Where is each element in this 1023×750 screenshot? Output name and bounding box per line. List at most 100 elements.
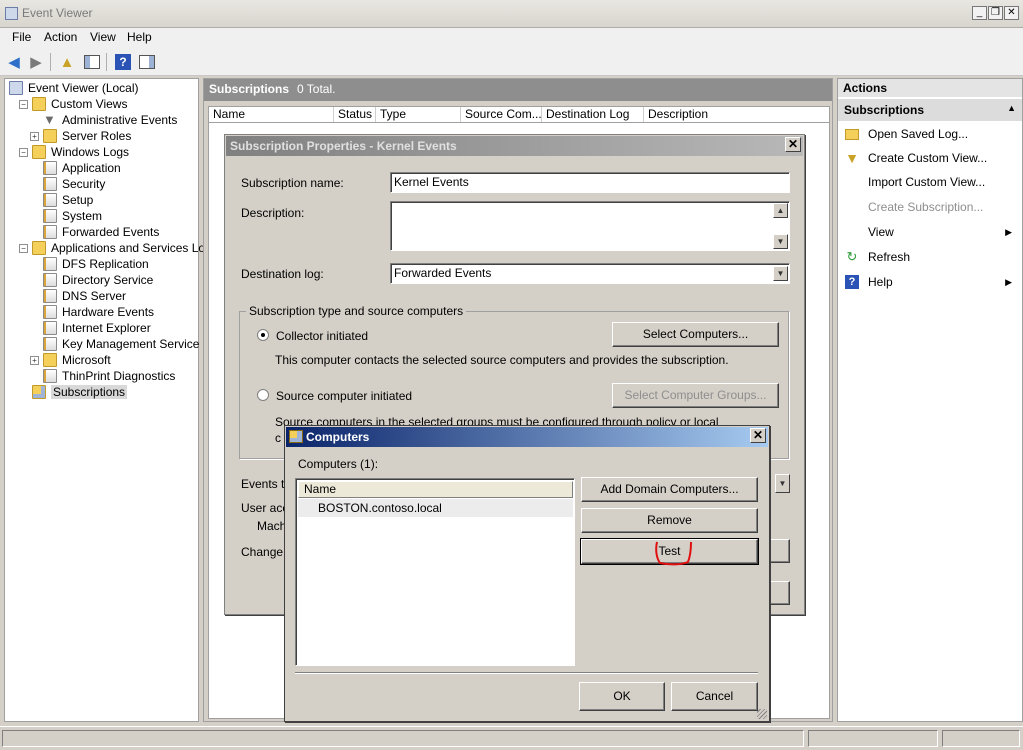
- computers-dialog-close-button[interactable]: ✕: [750, 428, 766, 443]
- column-status[interactable]: Status: [334, 107, 376, 122]
- pane-count: 0 Total.: [297, 82, 336, 96]
- events-dropdown-arrow-icon[interactable]: ▼: [775, 474, 790, 493]
- collapse-arrow-icon[interactable]: ▲: [1007, 103, 1016, 113]
- show-hide-tree-icon[interactable]: [82, 52, 102, 72]
- tree-item[interactable]: Application: [30, 160, 121, 176]
- forward-arrow-icon[interactable]: ▶: [26, 52, 46, 72]
- column-description[interactable]: Description: [644, 107, 829, 122]
- column-destination-log[interactable]: Destination Log: [542, 107, 644, 122]
- subscription-dialog-titlebar: Subscription Properties - Kernel Events: [226, 136, 803, 156]
- add-domain-computers-button[interactable]: Add Domain Computers...: [581, 477, 758, 502]
- subscription-name-input[interactable]: Kernel Events: [390, 172, 790, 193]
- computers-dialog-icon: [289, 430, 303, 443]
- remove-button[interactable]: Remove: [581, 508, 758, 533]
- menu-action[interactable]: Action: [44, 30, 77, 44]
- column-name[interactable]: Name: [209, 107, 334, 122]
- expand-icon[interactable]: +: [30, 131, 39, 141]
- toolbar-separator: [106, 53, 107, 71]
- status-cell: [808, 730, 938, 747]
- column-type[interactable]: Type: [376, 107, 461, 122]
- computer-row[interactable]: BOSTON.contoso.local: [298, 499, 573, 517]
- app-icon: [5, 7, 18, 20]
- tree-item[interactable]: Subscriptions: [19, 384, 128, 400]
- tree-item[interactable]: Internet Explorer: [30, 320, 151, 336]
- menu-file[interactable]: File: [12, 30, 31, 44]
- tree-item[interactable]: Hardware Events: [30, 304, 154, 320]
- tree-item[interactable]: − Windows Logs: [19, 144, 129, 160]
- tree-item-label: Internet Explorer: [62, 321, 151, 335]
- tree-item[interactable]: System: [30, 208, 102, 224]
- tree-item-label: Hardware Events: [62, 305, 155, 319]
- restore-button[interactable]: ❐: [988, 6, 1003, 20]
- actions-pane: Actions Subscriptions ▲ Open Saved Log..…: [837, 78, 1023, 722]
- action-import-custom-view[interactable]: Import Custom View...: [844, 173, 1018, 191]
- computers-list-header[interactable]: Name: [298, 481, 573, 498]
- menu-help[interactable]: Help: [127, 30, 152, 44]
- log-icon: [43, 289, 57, 303]
- back-arrow-icon[interactable]: ◀: [4, 52, 24, 72]
- collapse-icon[interactable]: −: [19, 99, 28, 109]
- tree-item-label: System: [62, 209, 103, 223]
- action-help[interactable]: ? Help ▶: [844, 273, 1018, 291]
- select-computers-button[interactable]: Select Computers...: [612, 322, 779, 347]
- destination-log-select[interactable]: Forwarded Events: [390, 263, 790, 284]
- navigation-tree: Event Viewer (Local) − Custom Views ▼ Admini…: [4, 78, 218, 722]
- tree-item[interactable]: Setup: [30, 192, 93, 208]
- actions-section-header[interactable]: Subscriptions ▲: [838, 99, 1022, 121]
- tree-item[interactable]: ThinPrint Diagnostics: [30, 368, 175, 384]
- collector-initiated-label[interactable]: Collector initiated: [276, 329, 368, 343]
- pane-title: Subscriptions: [209, 82, 290, 96]
- tree-item-label: Event Viewer (Local): [28, 81, 139, 95]
- tree-item[interactable]: − Custom Views: [19, 96, 127, 112]
- scroll-down-arrow-icon[interactable]: ▼: [773, 234, 788, 249]
- ok-button[interactable]: OK: [579, 682, 665, 711]
- tree-item-label: Forwarded Events: [62, 225, 160, 239]
- tree-item-label: ThinPrint Diagnostics: [62, 369, 176, 383]
- tree-item[interactable]: DFS Replication: [30, 256, 149, 272]
- tree-item[interactable]: Event Viewer (Local): [9, 80, 139, 96]
- up-folder-icon[interactable]: ▲: [57, 52, 77, 72]
- tree-item-label: Directory Service: [62, 273, 154, 287]
- source-initiated-label[interactable]: Source computer initiated: [276, 389, 412, 403]
- menu-view[interactable]: View: [90, 30, 116, 44]
- tree-item-label: DFS Replication: [62, 257, 149, 271]
- tree-item[interactable]: + Server Roles: [30, 128, 131, 144]
- dropdown-arrow-icon[interactable]: ▼: [773, 266, 788, 281]
- tree-item[interactable]: Forwarded Events: [30, 224, 159, 240]
- collapse-icon[interactable]: −: [19, 147, 28, 157]
- minimize-button[interactable]: _: [972, 6, 987, 20]
- subscription-dialog-close-button[interactable]: ✕: [785, 137, 801, 152]
- log-icon: [43, 321, 57, 335]
- expand-icon[interactable]: +: [30, 355, 39, 365]
- collector-initiated-radio[interactable]: [257, 329, 269, 341]
- tree-item-label: Windows Logs: [51, 145, 130, 159]
- tree-item[interactable]: + Microsoft: [30, 352, 111, 368]
- grid-header: Name Status Type Source Com... Destinati…: [208, 106, 830, 123]
- resize-grip-icon[interactable]: [757, 709, 767, 719]
- description-textarea[interactable]: [390, 201, 790, 251]
- collapse-icon[interactable]: −: [19, 243, 28, 253]
- computers-dialog-titlebar: Computers: [286, 427, 768, 447]
- source-initiated-radio[interactable]: [257, 389, 269, 401]
- tree-item[interactable]: Key Management Service: [30, 336, 199, 352]
- action-open-saved-log[interactable]: Open Saved Log...: [844, 125, 1018, 143]
- events-label: Events t: [241, 477, 285, 491]
- submenu-arrow-icon: ▶: [1005, 276, 1012, 287]
- computers-list[interactable]: Name BOSTON.contoso.local: [295, 478, 575, 666]
- show-action-pane-icon[interactable]: [137, 52, 157, 72]
- scroll-up-arrow-icon[interactable]: ▲: [773, 203, 788, 218]
- close-button[interactable]: ✕: [1004, 6, 1019, 20]
- help-icon[interactable]: ?: [113, 52, 133, 72]
- column-source-computers[interactable]: Source Com...: [461, 107, 542, 122]
- cancel-button[interactable]: Cancel: [671, 682, 758, 711]
- action-refresh[interactable]: ↻ Refresh: [844, 248, 1018, 266]
- log-icon: [43, 305, 57, 319]
- tree-item[interactable]: Directory Service: [30, 272, 153, 288]
- select-computer-groups-button: Select Computer Groups...: [612, 383, 779, 408]
- action-view[interactable]: View ▶: [844, 223, 1018, 241]
- tree-item[interactable]: ▼ Administrative Events: [30, 112, 177, 128]
- action-create-custom-view[interactable]: ▼ Create Custom View...: [844, 149, 1018, 167]
- tree-item[interactable]: Security: [30, 176, 105, 192]
- tree-item[interactable]: − Applications and Services Logs: [19, 240, 218, 256]
- tree-item[interactable]: DNS Server: [30, 288, 126, 304]
